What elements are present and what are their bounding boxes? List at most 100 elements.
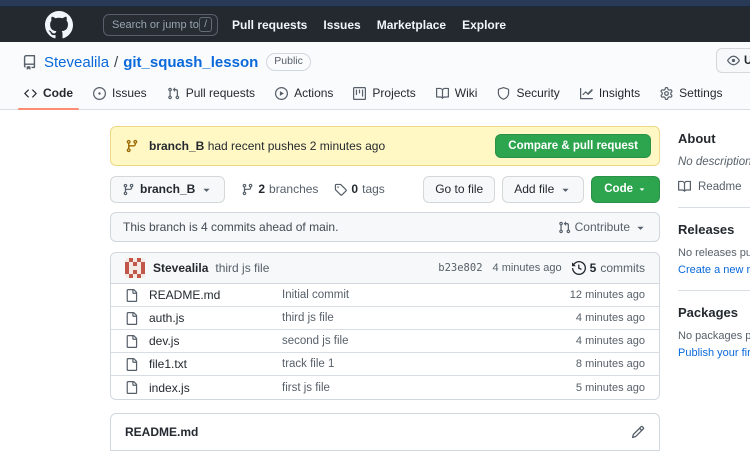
compare-pull-request-label: Compare & pull request (508, 140, 638, 152)
avatar[interactable] (125, 258, 145, 278)
packages-empty-text: No packages published (678, 330, 750, 342)
shield-icon (497, 87, 510, 100)
branches-count: 2 (258, 182, 265, 196)
ahead-text: This branch is 4 commits ahead of main. (123, 220, 558, 234)
push-branch-name: branch_B (149, 139, 204, 153)
branches-label: branches (269, 182, 318, 196)
toolbar-right-actions: Go to file Add file Code (423, 176, 660, 203)
chevron-down-icon (200, 183, 213, 196)
table-row[interactable]: README.md Initial commit 12 minutes ago (111, 284, 659, 307)
repo-separator: / (114, 54, 118, 71)
book-icon (436, 87, 449, 100)
unwatch-button[interactable]: Unwatch (716, 48, 750, 73)
readme-section: README.md (110, 413, 660, 451)
file-commit-time: 8 minutes ago (576, 358, 645, 370)
issue-opened-icon (93, 87, 106, 100)
tab-projects[interactable]: Projects (343, 79, 425, 109)
history-icon (572, 261, 586, 275)
global-header: / Pull requests Issues Marketplace Explo… (0, 7, 750, 42)
book-icon (678, 180, 691, 193)
play-icon (275, 87, 288, 100)
tab-wiki[interactable]: Wiki (426, 79, 488, 109)
tab-label: Insights (599, 86, 640, 100)
file-name-link[interactable]: dev.js (149, 334, 274, 348)
tags-link[interactable]: 0 tags (334, 182, 384, 196)
code-icon (24, 87, 37, 100)
readme-link[interactable]: Readme (678, 180, 750, 193)
commit-history-link[interactable]: 5 commits (572, 261, 645, 275)
file-name-link[interactable]: README.md (149, 288, 274, 302)
global-search[interactable]: / (103, 14, 218, 36)
compare-pull-request-button[interactable]: Compare & pull request (495, 134, 651, 158)
commit-meta: b23e802 4 minutes ago 5 commits (438, 261, 645, 275)
add-file-button[interactable]: Add file (502, 176, 584, 203)
publish-package-link[interactable]: Publish your first package (678, 347, 750, 359)
tab-security[interactable]: Security (487, 79, 569, 109)
table-row[interactable]: auth.js third js file 4 minutes ago (111, 307, 659, 330)
tab-label: Settings (679, 86, 722, 100)
file-browser-box: Stevealila third js file b23e802 4 minut… (110, 252, 660, 400)
file-commit-message-link[interactable]: third js file (282, 312, 568, 324)
tab-settings[interactable]: Settings (650, 79, 732, 109)
create-release-link[interactable]: Create a new release (678, 264, 750, 276)
push-banner-text: branch_B had recent pushes 2 minutes ago (149, 139, 495, 153)
contribute-button[interactable]: Contribute (558, 220, 647, 234)
repo-description: No description, website, or topics provi… (678, 156, 750, 168)
unwatch-label: Unwatch (744, 55, 750, 67)
recent-push-banner: branch_B had recent pushes 2 minutes ago… (110, 126, 660, 166)
gear-icon (660, 87, 673, 100)
file-commit-message-link[interactable]: second js file (282, 335, 568, 347)
table-row[interactable]: dev.js second js file 4 minutes ago (111, 330, 659, 353)
chevron-down-icon (634, 221, 647, 234)
nav-issues[interactable]: Issues (323, 18, 360, 32)
code-download-button[interactable]: Code (591, 176, 660, 203)
table-row[interactable]: file1.txt track file 1 8 minutes ago (111, 353, 659, 376)
tab-actions[interactable]: Actions (265, 79, 343, 109)
tab-pull-requests[interactable]: Pull requests (157, 79, 265, 109)
commit-message-link[interactable]: third js file (215, 261, 269, 275)
pencil-icon[interactable] (631, 425, 645, 439)
visibility-badge: Public (266, 53, 311, 71)
tags-label: tags (362, 182, 385, 196)
commit-hash-link[interactable]: b23e802 (438, 262, 482, 274)
search-input[interactable] (112, 19, 199, 31)
file-name-link[interactable]: file1.txt (149, 357, 274, 371)
file-commit-message-link[interactable]: track file 1 (282, 358, 568, 370)
file-icon (125, 312, 138, 325)
tab-code[interactable]: Code (14, 79, 83, 109)
branch-selector-button[interactable]: branch_B (110, 176, 225, 203)
file-commit-time: 4 minutes ago (576, 312, 645, 324)
table-row[interactable]: index.js first js file 5 minutes ago (111, 376, 659, 399)
repo-owner-link[interactable]: Stevealila (44, 54, 109, 71)
repo-name-link[interactable]: git_squash_lesson (123, 54, 258, 71)
file-name-link[interactable]: index.js (149, 381, 274, 395)
project-icon (353, 87, 366, 100)
github-logo-icon[interactable] (45, 11, 73, 39)
go-to-file-button[interactable]: Go to file (423, 176, 495, 203)
packages-section: Packages No packages published Publish y… (678, 305, 750, 373)
tab-label: Wiki (455, 86, 478, 100)
branches-link[interactable]: 2 branches (241, 182, 318, 196)
nav-explore[interactable]: Explore (462, 18, 506, 32)
tab-issues[interactable]: Issues (83, 79, 157, 109)
file-commit-message-link[interactable]: first js file (282, 382, 568, 394)
file-commit-message-link[interactable]: Initial commit (282, 289, 562, 301)
about-section: About No description, website, or topics… (678, 131, 750, 208)
commit-author-link[interactable]: Stevealila (153, 261, 208, 275)
commits-label: commits (600, 261, 645, 275)
file-icon (125, 289, 138, 302)
header-nav: Pull requests Issues Marketplace Explore (232, 18, 506, 32)
branch-ahead-bar: This branch is 4 commits ahead of main. … (110, 212, 660, 242)
git-branch-icon (241, 183, 254, 196)
nav-marketplace[interactable]: Marketplace (377, 18, 446, 32)
releases-section: Releases No releases published Create a … (678, 222, 750, 291)
tab-insights[interactable]: Insights (570, 79, 650, 109)
tab-label: Security (516, 86, 559, 100)
code-button-label: Code (604, 183, 633, 195)
file-icon (125, 335, 138, 348)
file-name-link[interactable]: auth.js (149, 311, 274, 325)
go-to-file-label: Go to file (435, 182, 483, 196)
tag-icon (334, 183, 347, 196)
nav-pull-requests[interactable]: Pull requests (232, 18, 307, 32)
git-pull-request-icon (167, 87, 180, 100)
